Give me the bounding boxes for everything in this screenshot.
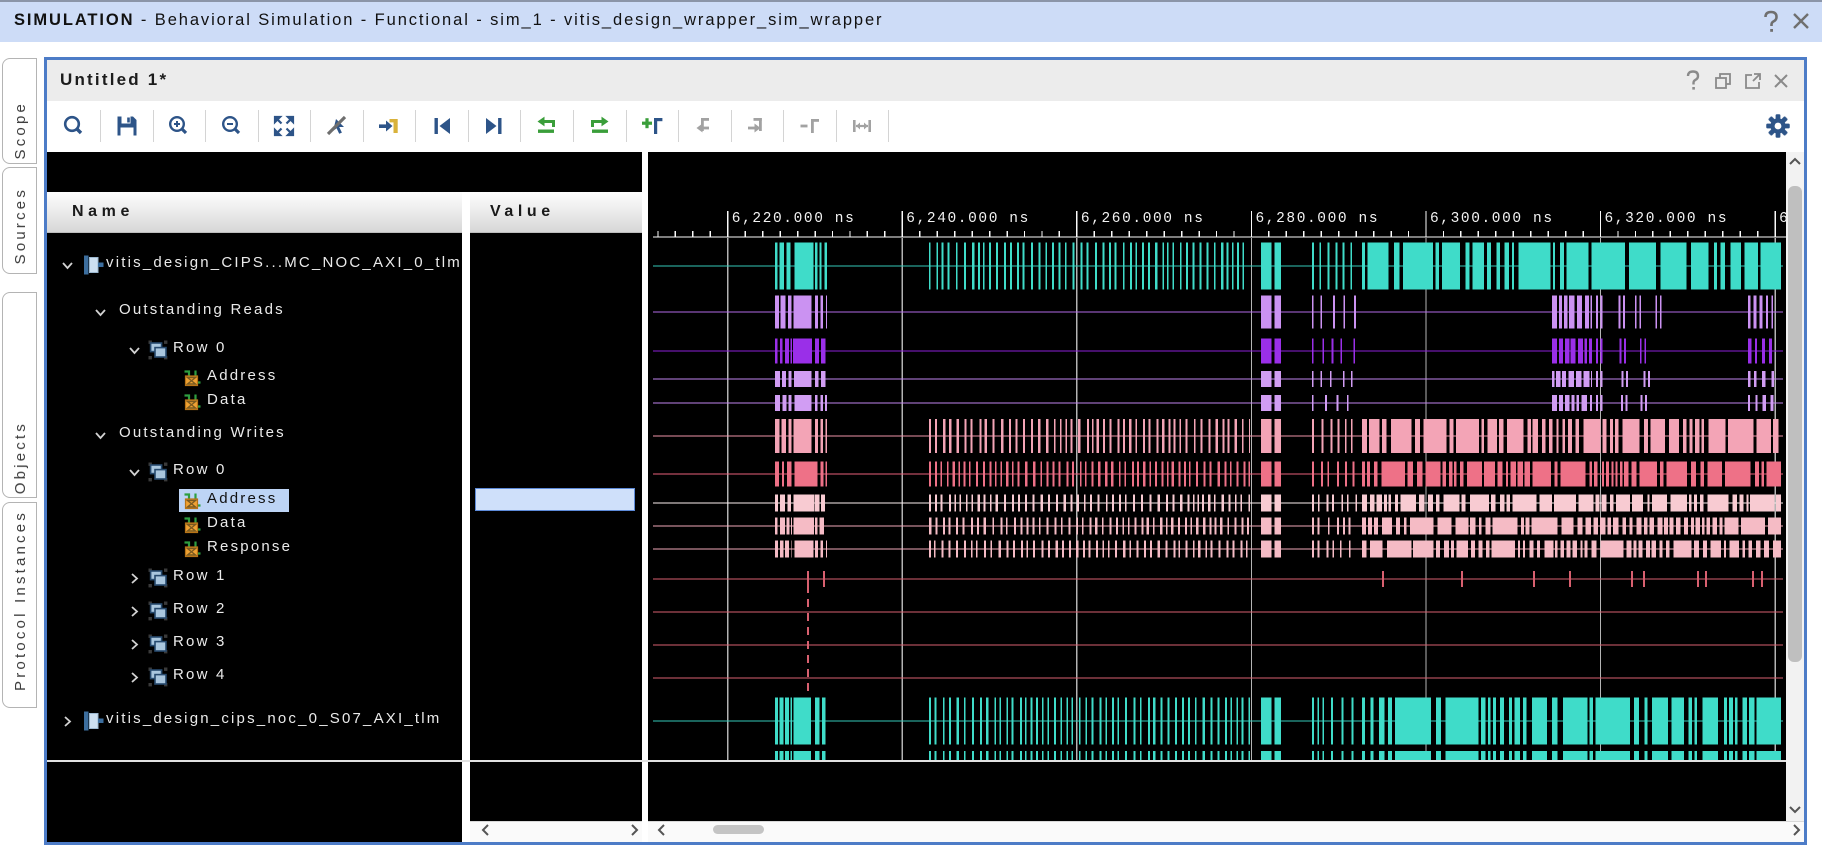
svg-text:6,280.000 ns: 6,280.000 ns [1256, 211, 1380, 227]
svg-text:6,260.000 ns: 6,260.000 ns [1081, 211, 1205, 227]
svg-text:6,340.000 ns: 6,340.000 ns [1779, 211, 1786, 227]
svg-text:6,240.000 ns: 6,240.000 ns [906, 211, 1030, 227]
svg-text:6,300.000 ns: 6,300.000 ns [1430, 211, 1554, 227]
svg-text:6,320.000 ns: 6,320.000 ns [1605, 211, 1729, 227]
svg-text:6,220.000 ns: 6,220.000 ns [732, 211, 856, 227]
